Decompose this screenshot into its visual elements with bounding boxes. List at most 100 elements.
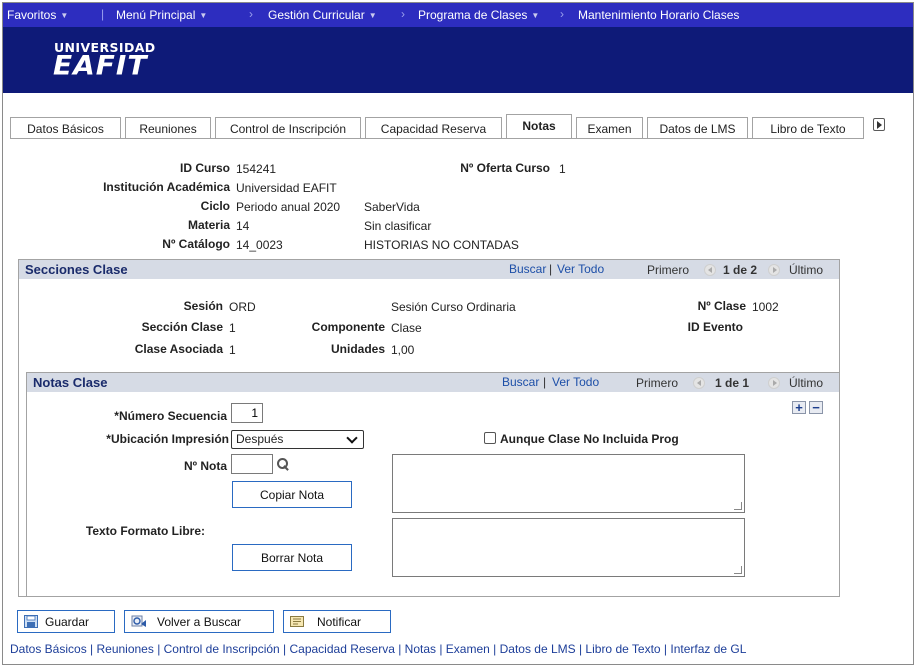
chevron-down-icon bbox=[346, 432, 358, 444]
chevron-down-icon: ▼ bbox=[531, 11, 540, 20]
id-evento-label: ID Evento bbox=[687, 320, 743, 334]
numero-secuencia-input[interactable] bbox=[231, 403, 263, 423]
guardar-label: Guardar bbox=[45, 615, 90, 629]
secciones-clase-title: Secciones Clase bbox=[25, 262, 128, 277]
sesion-value: ORD bbox=[229, 300, 256, 314]
buscar-link[interactable]: Buscar bbox=[509, 262, 546, 276]
tab-control-inscripcion[interactable]: Control de Inscripción bbox=[215, 117, 361, 139]
nnota-input[interactable] bbox=[231, 454, 273, 474]
tab-baseline bbox=[10, 138, 864, 139]
ubicacion-impresion-select[interactable]: Después bbox=[231, 430, 364, 449]
guardar-button[interactable]: Guardar bbox=[17, 610, 115, 633]
seccion-clase-value: 1 bbox=[229, 321, 236, 335]
materia-value: 14 bbox=[236, 219, 250, 233]
next-arrow-icon[interactable] bbox=[768, 377, 780, 389]
breadcrumb-arrow-icon: › bbox=[560, 7, 564, 21]
componente-label: Componente bbox=[311, 320, 385, 334]
aunque-clase-label: Aunque Clase No Incluida Prog bbox=[500, 432, 679, 446]
breadcrumb-gestion-curricular[interactable]: Gestión Curricular ▼ bbox=[268, 8, 377, 22]
search-icon[interactable] bbox=[277, 458, 288, 469]
menu-principal-menu[interactable]: Menú Principal ▼ bbox=[116, 8, 207, 22]
breadcrumb-arrow-icon: › bbox=[401, 7, 405, 21]
oferta-label: Nº Oferta Curso bbox=[460, 161, 550, 175]
next-arrow-icon[interactable] bbox=[768, 264, 780, 276]
volver-label: Volver a Buscar bbox=[157, 615, 242, 629]
primero-link[interactable]: Primero bbox=[647, 263, 689, 277]
breadcrumb-programa-clases[interactable]: Programa de Clases ▼ bbox=[418, 8, 539, 22]
tab-label: Datos Básicos bbox=[27, 122, 104, 136]
favoritos-label: Favoritos bbox=[7, 8, 57, 22]
institucion-label: Institución Académica bbox=[103, 180, 230, 194]
tab-reuniones[interactable]: Reuniones bbox=[125, 117, 211, 139]
previous-arrow-icon[interactable] bbox=[704, 264, 716, 276]
texto-formato-libre-label: Texto Formato Libre: bbox=[85, 524, 205, 538]
ver-todo-link[interactable]: Ver Todo bbox=[557, 262, 604, 276]
unidades-label: Unidades bbox=[330, 342, 385, 356]
catalogo-label: Nº Catálogo bbox=[162, 237, 230, 251]
unidades-value: 1,00 bbox=[391, 343, 415, 357]
tab-examen[interactable]: Examen bbox=[576, 117, 643, 139]
notas-clase-title: Notas Clase bbox=[33, 375, 108, 390]
catalogo-description: HISTORIAS NO CONTADAS bbox=[364, 238, 519, 252]
borrar-nota-button[interactable]: Borrar Nota bbox=[232, 544, 352, 571]
tab-scroll-right-icon[interactable] bbox=[873, 118, 885, 131]
footer-tab-links[interactable]: Datos Básicos | Reuniones | Control de I… bbox=[10, 642, 746, 656]
notificar-button[interactable]: Notificar bbox=[283, 610, 391, 633]
secciones-pager: 1 de 2 bbox=[723, 263, 758, 277]
ubicacion-selected-value: Después bbox=[236, 432, 284, 446]
notas-pager: 1 de 1 bbox=[715, 376, 750, 390]
chevron-down-icon: ▼ bbox=[368, 11, 377, 20]
seccion-clase-label: Sección Clase bbox=[141, 320, 223, 334]
copiar-nota-button[interactable]: Copiar Nota bbox=[232, 481, 352, 508]
materia-label: Materia bbox=[187, 218, 230, 232]
logo-text-main: EAFIT bbox=[53, 49, 148, 82]
ultimo-link[interactable]: Último bbox=[789, 376, 823, 390]
favoritos-menu[interactable]: Favoritos ▼ bbox=[7, 8, 68, 22]
tab-datos-basicos[interactable]: Datos Básicos bbox=[10, 117, 121, 139]
tab-libro-texto[interactable]: Libro de Texto bbox=[752, 117, 864, 139]
tab-datos-lms[interactable]: Datos de LMS bbox=[647, 117, 748, 139]
notificar-label: Notificar bbox=[317, 615, 362, 629]
breadcrumb-label: Gestión Curricular bbox=[268, 8, 365, 22]
link-separator: | bbox=[543, 375, 547, 389]
clase-asociada-value: 1 bbox=[229, 343, 236, 357]
breadcrumb-arrow-icon: › bbox=[249, 7, 253, 21]
previous-arrow-icon[interactable] bbox=[693, 377, 705, 389]
catalogo-value: 14_0023 bbox=[236, 238, 283, 252]
link-separator: | bbox=[549, 262, 553, 276]
nota-textarea[interactable] bbox=[392, 454, 745, 513]
ubicacion-impresion-label: *Ubicación Impresión bbox=[106, 432, 229, 446]
numero-secuencia-label: *Número Secuencia bbox=[114, 409, 227, 423]
breadcrumb-mantenimiento[interactable]: Mantenimiento Horario Clases bbox=[578, 8, 739, 22]
tab-label: Libro de Texto bbox=[770, 122, 846, 136]
ciclo-label: Ciclo bbox=[200, 199, 230, 213]
tab-label: Control de Inscripción bbox=[229, 122, 347, 136]
tab-capacidad-reserva[interactable]: Capacidad Reserva bbox=[365, 117, 502, 139]
chevron-down-icon: ▼ bbox=[60, 11, 69, 20]
delete-row-icon[interactable]: − bbox=[809, 401, 823, 414]
add-row-icon[interactable]: + bbox=[792, 401, 806, 414]
breadcrumb-label: Programa de Clases bbox=[418, 8, 528, 22]
componente-value: Clase bbox=[391, 321, 422, 335]
tab-label: Reuniones bbox=[139, 122, 197, 136]
primero-link[interactable]: Primero bbox=[636, 376, 678, 390]
volver-a-buscar-button[interactable]: Volver a Buscar bbox=[124, 610, 274, 633]
tab-notas[interactable]: Notas bbox=[506, 114, 572, 139]
nclase-label: Nº Clase bbox=[697, 299, 746, 313]
ver-todo-link[interactable]: Ver Todo bbox=[552, 375, 599, 389]
tab-label: Examen bbox=[587, 122, 632, 136]
nav-separator: | bbox=[101, 7, 105, 21]
tab-label: Capacidad Reserva bbox=[380, 122, 487, 136]
tab-label: Datos de LMS bbox=[659, 122, 736, 136]
id-curso-value: 154241 bbox=[236, 162, 277, 176]
sesion-label: Sesión bbox=[183, 299, 223, 313]
clase-asociada-label: Clase Asociada bbox=[134, 342, 223, 356]
texto-libre-textarea[interactable] bbox=[392, 518, 745, 577]
tab-label: Notas bbox=[522, 119, 556, 133]
aunque-clase-checkbox[interactable] bbox=[484, 432, 496, 444]
ultimo-link[interactable]: Último bbox=[789, 263, 823, 277]
buscar-link[interactable]: Buscar bbox=[502, 375, 539, 389]
institucion-value: Universidad EAFIT bbox=[236, 181, 337, 195]
ciclo-description: SaberVida bbox=[364, 200, 420, 214]
ciclo-value: Periodo anual 2020 bbox=[236, 200, 341, 214]
